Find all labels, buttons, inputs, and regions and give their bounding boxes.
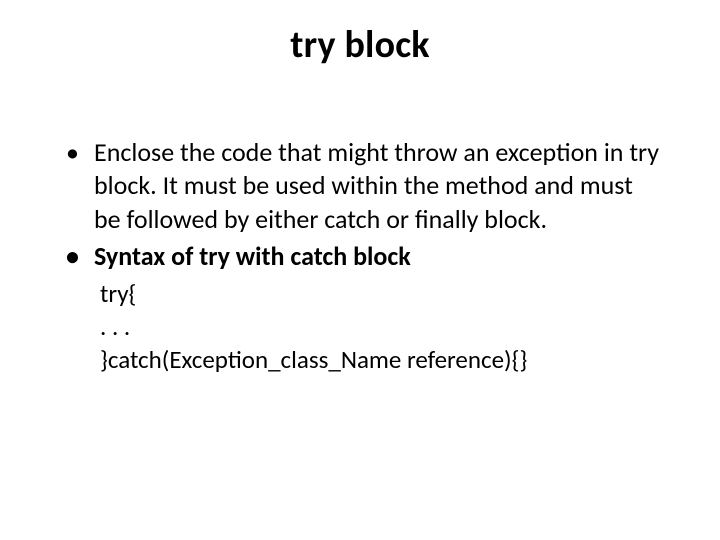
code-line: }catch(Exception_class_Name reference){} <box>100 343 660 376</box>
bullet-list: Enclose the code that might throw an exc… <box>60 136 660 273</box>
slide: try block Enclose the code that might th… <box>0 0 720 540</box>
code-block: try{ . . . }catch(Exception_class_Name r… <box>60 277 660 376</box>
bullet-text: Enclose the code that might throw an exc… <box>94 136 659 235</box>
bullet-item: Enclose the code that might throw an exc… <box>94 136 660 236</box>
bullet-item: Syntax of try with catch block <box>94 240 660 273</box>
code-line: try{ <box>100 277 660 310</box>
code-line: . . . <box>100 310 660 343</box>
bullet-text: Syntax of try with catch block <box>94 240 411 272</box>
slide-title: try block <box>60 22 660 68</box>
